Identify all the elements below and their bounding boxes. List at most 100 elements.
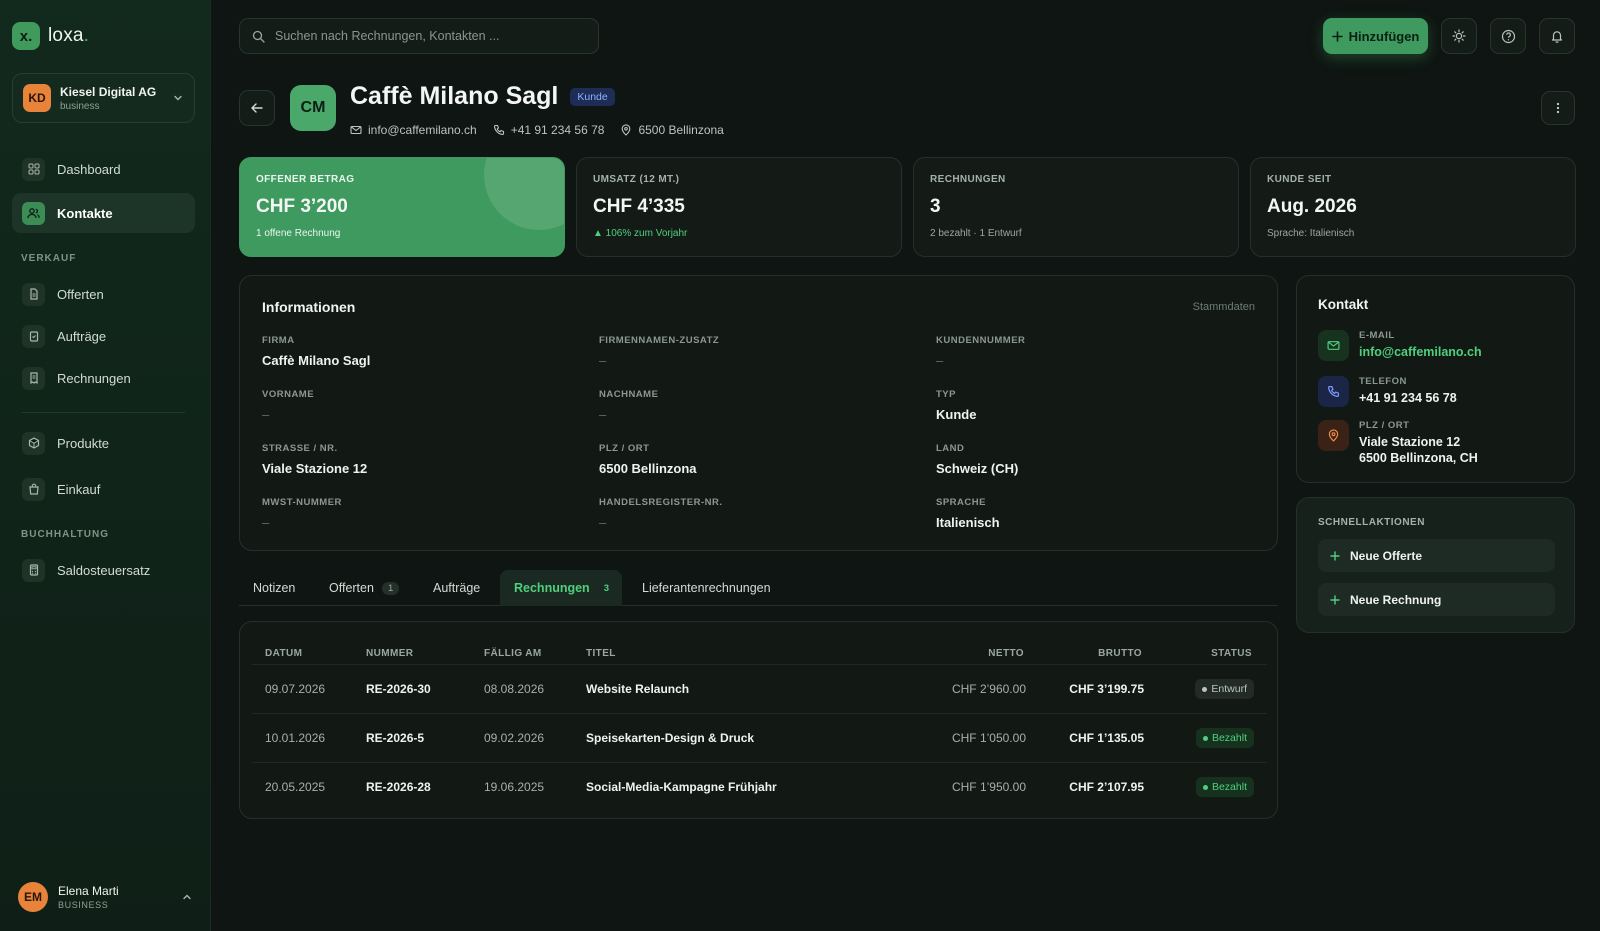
sidebar-item-offerten[interactable]: Offerten xyxy=(12,274,195,314)
map-pin-icon xyxy=(620,124,632,136)
column-header-titel[interactable]: TITEL xyxy=(586,648,616,659)
new-offer-button[interactable]: Neue Offerte xyxy=(1318,539,1555,572)
brand[interactable]: x. loxa. xyxy=(12,22,89,50)
stat-card-revenue: UMSATZ (12 MT.) CHF 4’335 ▲ 106% zum Vor… xyxy=(576,157,902,257)
status-badge: Entwurf xyxy=(1195,679,1254,699)
table-row[interactable]: 20.05.2025 RE-2026-28 19.06.2025 Social-… xyxy=(252,762,1267,810)
contact-email-link[interactable]: info@caffemilano.ch xyxy=(1359,344,1482,360)
shopping-bag-icon xyxy=(22,477,45,501)
field-strasse: STRASSE / NR. Viale Stazione 12 xyxy=(262,443,368,476)
sidebar-item-dashboard[interactable]: Dashboard xyxy=(12,149,195,189)
brand-name: loxa xyxy=(48,25,84,46)
cell-faellig: 08.08.2026 xyxy=(484,682,545,696)
column-header-datum[interactable]: DATUM xyxy=(265,648,302,659)
org-switcher[interactable]: KD Kiesel Digital AG business xyxy=(12,73,195,123)
more-actions-button[interactable] xyxy=(1541,91,1575,125)
search-icon xyxy=(252,30,265,43)
user-name: Elena Marti xyxy=(58,884,119,898)
table-row[interactable]: 10.01.2026 RE-2026-5 09.02.2026 Speiseka… xyxy=(252,713,1267,761)
tab-offerten[interactable]: Offerten 1 xyxy=(315,570,413,606)
column-header-brutto[interactable]: BRUTTO xyxy=(1098,648,1142,659)
brand-logo: x. xyxy=(12,22,40,50)
status-badge: Bezahlt xyxy=(1195,728,1254,748)
contact-phone-label: TELEFON xyxy=(1359,376,1407,387)
org-avatar: KD xyxy=(23,84,51,112)
stat-label: UMSATZ (12 MT.) xyxy=(593,174,680,185)
column-header-netto[interactable]: NETTO xyxy=(988,648,1024,659)
field-kundennummer: KUNDENNUMMER – xyxy=(936,335,1026,368)
field-nachname: NACHNAME – xyxy=(599,389,659,422)
sidebar-item-label: Produkte xyxy=(57,435,110,451)
sun-icon xyxy=(1452,29,1466,43)
tab-auftraege[interactable]: Aufträge xyxy=(419,570,494,606)
cell-titel: Speisekarten-Design & Druck xyxy=(586,731,755,745)
org-name: Kiesel Digital AG xyxy=(60,84,157,99)
sidebar-item-rechnungen[interactable]: Rechnungen xyxy=(12,358,195,398)
field-mwst-nummer: MWST-NUMMER – xyxy=(262,497,342,530)
plus-icon xyxy=(1331,30,1343,42)
contact-phone[interactable]: +41 91 234 56 78 xyxy=(511,123,605,137)
map-pin-icon xyxy=(1318,420,1349,451)
cell-brutto: CHF 1’135.05 xyxy=(1069,731,1144,745)
help-button[interactable] xyxy=(1490,18,1526,54)
table-row[interactable]: 09.07.2026 RE-2026-30 08.08.2026 Website… xyxy=(252,664,1267,712)
sidebar-item-label: Einkauf xyxy=(57,481,101,497)
sidebar-item-produkte[interactable]: Produkte xyxy=(12,423,195,463)
column-header-status[interactable]: STATUS xyxy=(1211,648,1252,659)
search-input[interactable] xyxy=(275,29,595,43)
cell-faellig: 09.02.2026 xyxy=(484,731,545,745)
contact-email-label: E-MAIL xyxy=(1359,330,1395,341)
cell-brutto: CHF 2’107.95 xyxy=(1069,780,1144,794)
receipt-icon xyxy=(22,366,45,390)
tab-rechnungen[interactable]: Rechnungen 3 xyxy=(500,570,622,606)
stat-sub: Sprache: Italienisch xyxy=(1267,228,1355,239)
add-button[interactable]: Hinzufügen xyxy=(1323,18,1428,54)
more-vertical-icon xyxy=(1556,102,1560,114)
cell-titel: Website Relaunch xyxy=(586,682,690,696)
sidebar-item-label: Rechnungen xyxy=(57,370,131,386)
stat-card-invoices: RECHNUNGEN 3 2 bezahlt · 1 Entwurf xyxy=(913,157,1239,257)
cell-netto: CHF 1’950.00 xyxy=(951,780,1026,794)
cell-datum: 20.05.2025 xyxy=(265,780,326,794)
tab-lieferantenrechnungen[interactable]: Lieferantenrechnungen xyxy=(628,570,785,606)
contact-email-row: E-MAIL info@caffemilano.ch xyxy=(1318,330,1482,361)
search-bar[interactable] xyxy=(239,18,599,54)
new-invoice-button[interactable]: Neue Rechnung xyxy=(1318,583,1555,616)
notifications-button[interactable] xyxy=(1539,18,1575,54)
contact-email[interactable]: info@caffemilano.ch xyxy=(368,123,477,137)
contact-address-row: PLZ / ORT Viale Stazione 12 6500 Bellinz… xyxy=(1318,420,1478,466)
column-header-nummer[interactable]: NUMMER xyxy=(366,648,413,659)
tab-notizen[interactable]: Notizen xyxy=(239,570,309,606)
cell-datum: 10.01.2026 xyxy=(265,731,326,745)
cell-nummer: RE-2026-30 xyxy=(366,682,431,696)
nav-section-verkauf: VERKAUF xyxy=(21,253,77,264)
sidebar-item-kontakte[interactable]: Kontakte xyxy=(12,193,195,233)
sidebar-item-auftraege[interactable]: Aufträge xyxy=(12,316,195,356)
contact-address-label: PLZ / ORT xyxy=(1359,420,1410,431)
phone-icon xyxy=(493,124,505,136)
contact-phone-value[interactable]: +41 91 234 56 78 xyxy=(1359,390,1457,406)
column-header-faellig[interactable]: FÄLLIG AM xyxy=(484,648,542,659)
stat-label: KUNDE SEIT xyxy=(1267,174,1332,185)
stat-trend: ▲ 106% zum Vorjahr xyxy=(593,228,688,239)
box-icon xyxy=(22,431,45,455)
new-invoice-label: Neue Rechnung xyxy=(1350,592,1442,607)
stat-sub: 2 bezahlt · 1 Entwurf xyxy=(930,228,1022,239)
chevron-down-icon xyxy=(172,92,184,104)
cell-brutto: CHF 3’199.75 xyxy=(1069,682,1144,696)
sidebar-item-label: Offerten xyxy=(57,286,104,302)
contact-panel: Kontakt E-MAIL info@caffemilano.ch TELEF… xyxy=(1296,275,1575,483)
contact-phone-row: TELEFON +41 91 234 56 78 xyxy=(1318,376,1457,407)
brand-dot: . xyxy=(83,25,90,46)
chevron-up-icon xyxy=(181,891,193,903)
org-plan: business xyxy=(60,100,100,112)
field-firma: FIRMA Caffè Milano Sagl xyxy=(262,335,371,368)
user-menu[interactable]: EM Elena Marti BUSINESS xyxy=(18,882,193,912)
sidebar-item-einkauf[interactable]: Einkauf xyxy=(12,469,195,509)
theme-toggle-button[interactable] xyxy=(1441,18,1477,54)
back-button[interactable] xyxy=(239,90,275,126)
sidebar-item-saldosteuersatz[interactable]: Saldosteuersatz xyxy=(12,550,195,590)
mail-icon xyxy=(1318,330,1349,361)
tab-count-badge: 3 xyxy=(603,582,609,594)
cell-netto: CHF 2’960.00 xyxy=(951,682,1026,696)
